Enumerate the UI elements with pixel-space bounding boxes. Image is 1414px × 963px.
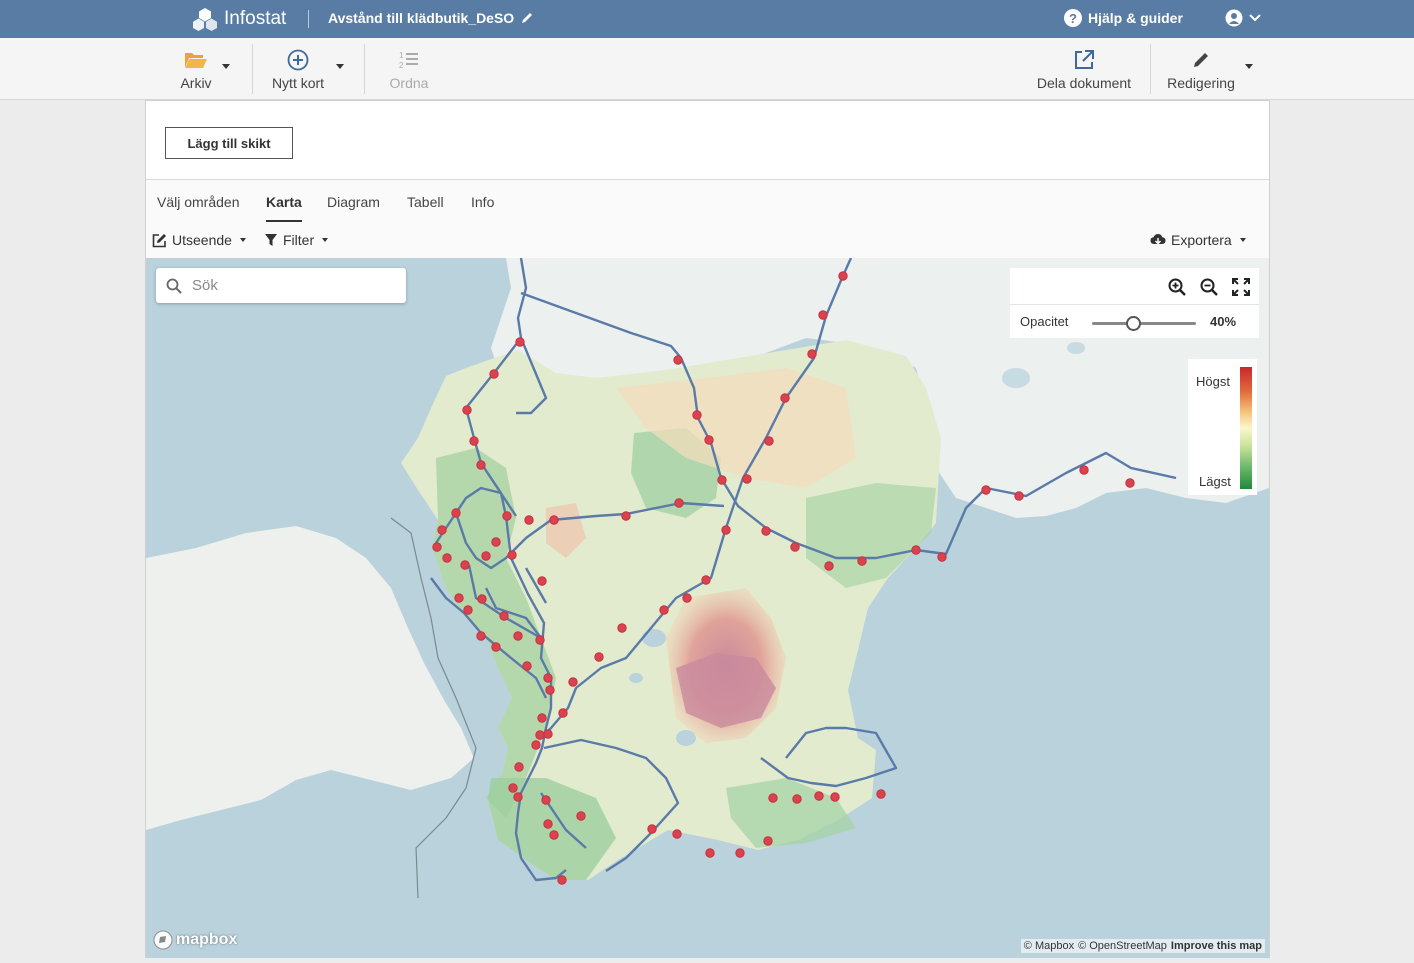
redigering-label: Redigering (1167, 75, 1235, 91)
caret-down-icon (322, 238, 329, 242)
chevron-down-icon (1249, 14, 1261, 22)
active-tab-underline (266, 220, 302, 222)
app-name: Infostat (224, 8, 287, 29)
attribution-mapbox-link[interactable]: © Mapbox (1024, 940, 1074, 952)
arkiv-caret-icon[interactable] (222, 64, 230, 69)
dela-dokument-button[interactable]: Dela dokument (1034, 38, 1134, 100)
fullscreen-icon (1232, 278, 1250, 296)
document-title[interactable]: Avstånd till klädbutik_DeSO (328, 10, 534, 26)
nytt-kort-caret-icon[interactable] (336, 64, 344, 69)
map-view[interactable]: Opacitet 40% Högst Lägst mapbox © Mapbox… (146, 258, 1269, 958)
ordna-label: Ordna (389, 75, 429, 91)
nytt-kort-label: Nytt kort (271, 75, 325, 91)
nytt-kort-button[interactable]: Nytt kort (266, 38, 330, 100)
top-bar: Infostat Avstånd till klädbutik_DeSO ? H… (0, 0, 1414, 38)
folder-open-icon (185, 53, 207, 68)
lake (676, 730, 696, 746)
lake (1067, 342, 1085, 354)
appearance-menu[interactable]: Utseende (152, 232, 246, 248)
help-guides-button[interactable]: ? Hjälp & guider (1064, 9, 1183, 27)
toolbar: Arkiv Nytt kort 1 2 Ordna Dela dokument … (0, 38, 1414, 100)
question-icon: ? (1064, 9, 1082, 27)
opacity-value: 40% (1210, 314, 1237, 329)
opacity-label: Opacitet (1020, 314, 1069, 329)
map-card: Lägg till skikt Välj områden Karta Diagr… (145, 100, 1270, 958)
ordna-button[interactable]: 1 2 Ordna (386, 38, 432, 100)
plus-circle-icon (287, 49, 309, 71)
legend-high-label: Högst (1196, 374, 1230, 389)
filter-icon (265, 234, 277, 246)
improve-map-link[interactable]: Improve this map (1171, 940, 1262, 952)
mapbox-logo-text: mapbox (176, 931, 238, 948)
dela-label: Dela dokument (1036, 75, 1132, 91)
search-icon (166, 278, 182, 294)
lake (642, 629, 666, 647)
arkiv-button[interactable]: Arkiv (176, 38, 216, 100)
mapbox-icon (153, 930, 173, 950)
infostat-logo[interactable]: Infostat (192, 6, 286, 32)
card-tabs-area: Välj områden Karta Diagram Tabell Info U… (146, 179, 1269, 258)
user-menu[interactable] (1225, 9, 1261, 27)
fullscreen-button[interactable] (1230, 276, 1252, 298)
region-east-green (806, 483, 936, 588)
mapbox-logo[interactable]: mapbox (153, 930, 237, 950)
attribution-osm-link[interactable]: © OpenStreetMap (1078, 940, 1167, 952)
legend-color-scale (1240, 367, 1252, 489)
zoom-controls (1010, 268, 1259, 305)
zoom-in-icon (1168, 278, 1186, 296)
lake (629, 673, 643, 683)
edit-box-icon (152, 233, 166, 247)
export-menu[interactable]: Exportera (1150, 232, 1246, 248)
map-attribution: © Mapbox © OpenStreetMap Improve this ma… (1020, 939, 1265, 953)
denmark-zealand-land (146, 526, 474, 830)
filter-label: Filter (283, 232, 315, 248)
zoom-out-button[interactable] (1198, 276, 1220, 298)
add-layer-button[interactable]: Lägg till skikt (165, 127, 293, 159)
svg-text:1: 1 (399, 51, 404, 60)
search-input[interactable] (192, 277, 392, 294)
infostat-logo-icon (193, 8, 217, 31)
map-search-box[interactable] (156, 268, 406, 303)
redigering-button[interactable]: Redigering (1164, 38, 1238, 100)
svg-text:2: 2 (399, 61, 404, 70)
tab-tabell[interactable]: Tabell (407, 194, 444, 210)
document-title-text: Avstånd till klädbutik_DeSO (328, 10, 515, 26)
tab-info[interactable]: Info (471, 194, 494, 210)
user-icon (1225, 9, 1243, 27)
topbar-divider (308, 10, 309, 28)
opacity-slider-track[interactable] (1092, 322, 1196, 325)
map-legend: Högst Lägst (1188, 359, 1257, 495)
pencil-icon (1194, 53, 1208, 67)
map-canvas[interactable] (146, 258, 1269, 958)
map-controls-panel: Opacitet 40% (1010, 268, 1259, 338)
arkiv-label: Arkiv (180, 75, 212, 91)
tab-valj-omraden[interactable]: Välj områden (157, 194, 240, 210)
opacity-slider-handle[interactable] (1126, 316, 1142, 331)
zoom-in-button[interactable] (1166, 276, 1188, 298)
help-label: Hjälp & guider (1088, 10, 1183, 26)
lake (1002, 368, 1030, 388)
tab-diagram[interactable]: Diagram (327, 194, 380, 210)
share-external-icon (1075, 50, 1094, 69)
tab-karta[interactable]: Karta (266, 194, 302, 210)
cloud-download-icon (1150, 234, 1166, 245)
toolbar-divider (1150, 44, 1151, 94)
legend-low-label: Lägst (1199, 474, 1231, 489)
caret-down-icon (1239, 238, 1246, 242)
toolbar-divider (364, 44, 365, 94)
ordered-list-icon: 1 2 (399, 51, 418, 70)
pencil-icon[interactable] (520, 11, 534, 25)
redigering-caret-icon[interactable] (1245, 64, 1253, 69)
zoom-out-icon (1200, 278, 1218, 296)
filter-menu[interactable]: Filter (264, 232, 329, 248)
toolbar-divider (252, 44, 253, 94)
appearance-label: Utseende (172, 232, 232, 248)
caret-down-icon (239, 238, 246, 242)
export-label: Exportera (1171, 232, 1232, 248)
